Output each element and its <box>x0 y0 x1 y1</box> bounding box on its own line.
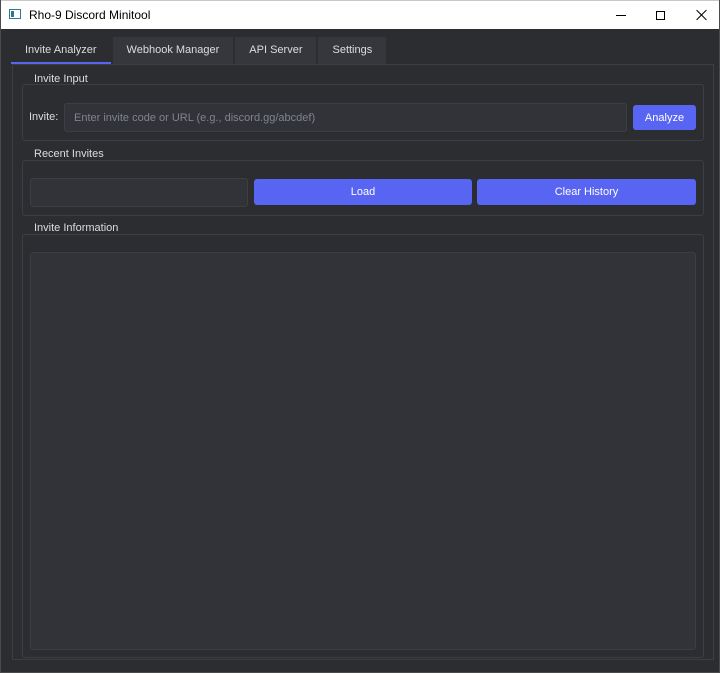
invite-input[interactable] <box>64 103 627 132</box>
recent-invites-group-title: Recent Invites <box>34 148 104 160</box>
invite-label: Invite: <box>29 111 59 123</box>
window-title: Rho-9 Discord Minitool <box>29 8 151 22</box>
close-icon <box>696 9 708 21</box>
tab-bar: Invite Analyzer Webhook Manager API Serv… <box>11 37 388 65</box>
tab-api-server[interactable]: API Server <box>235 37 317 64</box>
load-button[interactable]: Load <box>254 179 472 205</box>
tab-webhook-manager[interactable]: Webhook Manager <box>112 37 234 64</box>
analyze-button[interactable]: Analyze <box>633 105 696 130</box>
invite-input-group-title: Invite Input <box>34 73 88 85</box>
invite-information-text-area[interactable] <box>30 252 696 650</box>
app-window: Rho-9 Discord Minitool Invite Analyzer W… <box>0 0 720 673</box>
app-icon <box>9 9 21 19</box>
title-bar: Rho-9 Discord Minitool <box>1 0 719 29</box>
minimize-icon <box>616 14 626 16</box>
close-button[interactable] <box>679 1 720 29</box>
invite-information-group-title: Invite Information <box>34 222 119 234</box>
maximize-button[interactable] <box>637 1 683 29</box>
clear-history-button[interactable]: Clear History <box>477 179 696 205</box>
maximize-icon <box>655 10 665 20</box>
tab-invite-analyzer[interactable]: Invite Analyzer <box>11 37 111 64</box>
tab-settings[interactable]: Settings <box>318 37 387 64</box>
recent-invites-combo[interactable] <box>30 178 248 207</box>
